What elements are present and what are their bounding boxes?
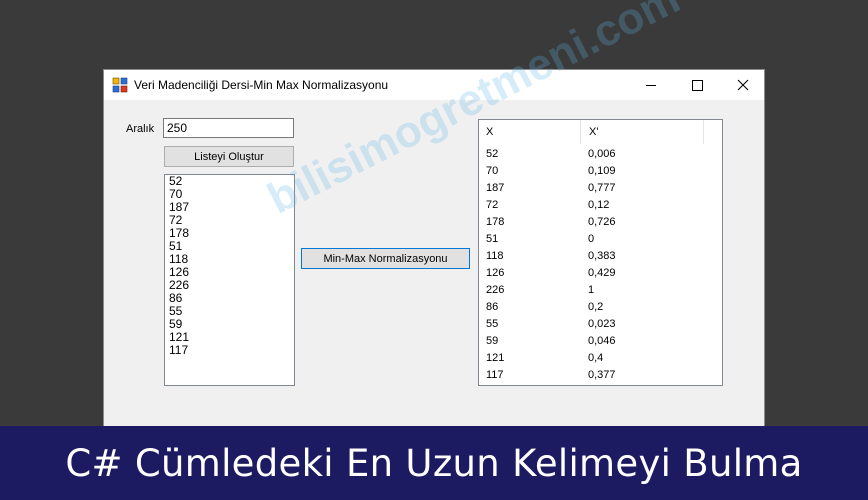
cell-x-normalized: 0 [588,233,595,245]
cell-x: 86 [486,301,499,313]
cell-x-normalized: 0,726 [588,216,616,228]
column-header-x[interactable]: X [486,126,493,138]
cell-x: 72 [486,199,499,211]
cell-x: 187 [486,182,505,194]
cell-x-normalized: 0,777 [588,182,616,194]
listview-row[interactable]: 117 0,377 [479,367,722,384]
listview-row[interactable]: 86 0,2 [479,299,722,316]
cell-x-normalized: 0,383 [588,250,616,262]
normalize-button[interactable]: Min-Max Normalizasyonu [301,248,470,269]
cell-x-normalized: 0,377 [588,369,616,381]
listview-row[interactable]: 226 1 [479,282,722,299]
column-divider[interactable] [580,120,581,144]
list-item[interactable]: 187 [165,201,294,214]
cell-x-normalized: 0,046 [588,335,616,347]
cell-x-normalized: 0,023 [588,318,616,330]
cell-x: 126 [486,267,505,279]
listview-row[interactable]: 59 0,046 [479,333,722,350]
app-window: Veri Madenciliği Dersi-Min Max Normaliza… [103,69,765,434]
listview-row[interactable]: 72 0,12 [479,197,722,214]
list-item[interactable]: 117 [165,344,294,357]
listview-row[interactable]: 51 0 [479,231,722,248]
list-item[interactable]: 226 [165,279,294,292]
close-button[interactable] [720,70,766,100]
list-item[interactable]: 86 [165,292,294,305]
cell-x: 121 [486,352,505,364]
list-item[interactable]: 55 [165,305,294,318]
listview-rows: 52 0,006 70 0,109 187 0,777 72 0,12 178 0,726 51 0 1… [479,146,722,384]
cell-x-normalized: 0,429 [588,267,616,279]
cell-x-normalized: 1 [588,284,595,296]
cell-x: 226 [486,284,505,296]
listview-row[interactable]: 55 0,023 [479,316,722,333]
listview-header: X X' [479,120,722,144]
list-item[interactable]: 52 [165,175,294,188]
minimize-button[interactable] [628,70,674,100]
cell-x: 55 [486,318,499,330]
cell-x-normalized: 0,4 [588,352,604,364]
cell-x: 59 [486,335,499,347]
window-title: Veri Madenciliği Dersi-Min Max Normaliza… [134,78,389,92]
number-listbox[interactable]: 52 70 187 72 178 51 118 126 226 86 55 59 121 117 [164,174,295,386]
cell-x-normalized: 0,2 [588,301,604,313]
column-header-x-normalized[interactable]: X' [589,126,598,138]
title-banner: C# Cümledeki En Uzun Kelimeyi Bulma [0,426,868,500]
list-item[interactable]: 178 [165,227,294,240]
cell-x-normalized: 0,109 [588,165,616,177]
results-listview[interactable]: X X' 52 0,006 70 0,109 187 0,777 72 0,12 178 0,72… [478,119,723,386]
title-bar[interactable]: Veri Madenciliği Dersi-Min Max Normaliza… [104,70,764,100]
cell-x: 51 [486,233,499,245]
listview-row[interactable]: 52 0,006 [479,146,722,163]
cell-x: 178 [486,216,505,228]
listview-row[interactable]: 126 0,429 [479,265,722,282]
winforms-app-icon [112,77,128,93]
column-divider[interactable] [703,120,704,144]
listview-row[interactable]: 187 0,777 [479,180,722,197]
cell-x: 70 [486,165,499,177]
minimize-icon [646,84,656,86]
generate-list-button[interactable]: Listeyi Oluştur [164,146,294,167]
cell-x-normalized: 0,12 [588,199,610,211]
range-label: Aralık [126,123,155,135]
cell-x: 52 [486,148,499,160]
listview-row[interactable]: 178 0,726 [479,214,722,231]
banner-title: C# Cümledeki En Uzun Kelimeyi Bulma [65,441,803,485]
cell-x: 117 [486,369,504,381]
cell-x: 118 [486,250,504,262]
listview-row[interactable]: 118 0,383 [479,248,722,265]
listview-row[interactable]: 70 0,109 [479,163,722,180]
close-icon [737,79,749,91]
cell-x-normalized: 0,006 [588,148,616,160]
range-input[interactable] [163,118,294,138]
maximize-button[interactable] [674,70,720,100]
maximize-icon [691,79,703,91]
listview-row[interactable]: 121 0,4 [479,350,722,367]
